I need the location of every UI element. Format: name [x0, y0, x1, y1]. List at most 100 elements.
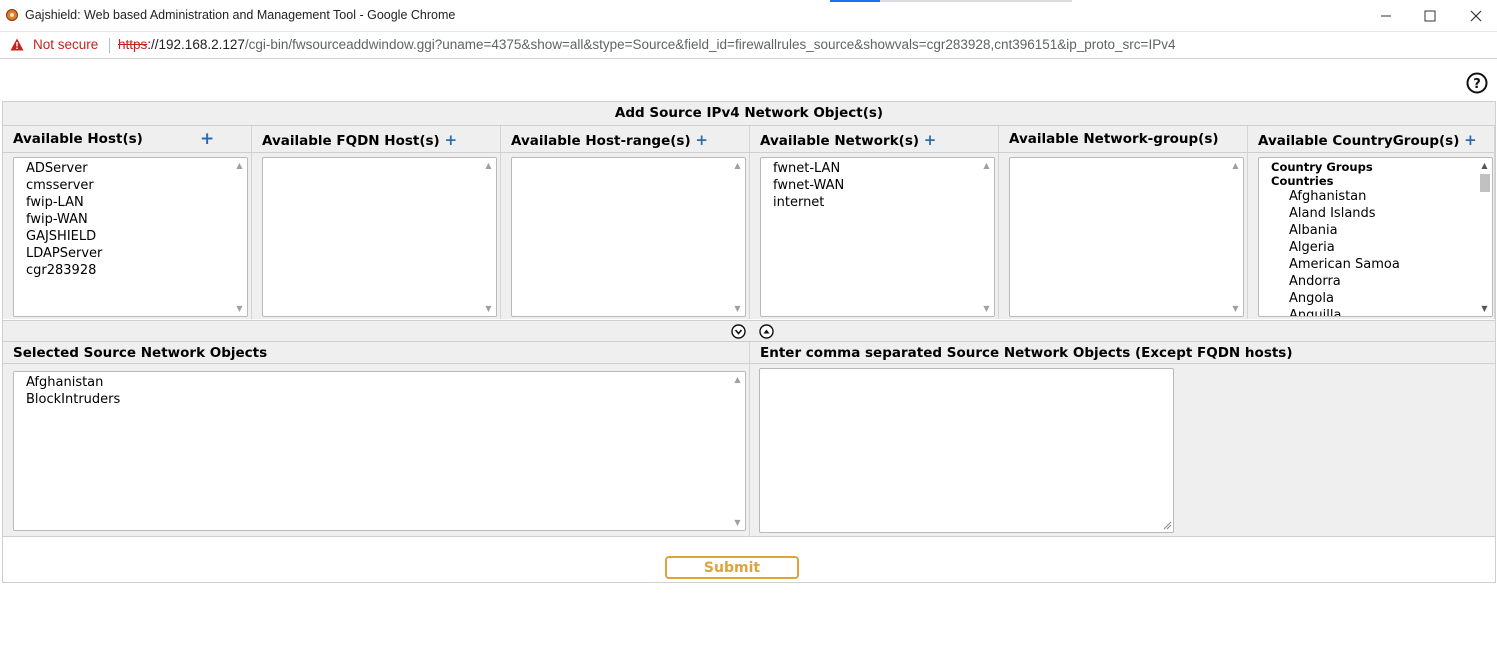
- manual-objects-heading: Enter comma separated Source Network Obj…: [760, 345, 1293, 361]
- svg-text:?: ?: [1473, 77, 1481, 92]
- column-header: Available Host(s) +: [3, 126, 251, 153]
- scrollbar[interactable]: ▲ ▼: [481, 158, 496, 316]
- list-item[interactable]: cmsserver: [26, 177, 247, 194]
- address-bar[interactable]: Not secure https://192.168.2.127/cgi-bin…: [0, 32, 1497, 59]
- list-item[interactable]: Albania: [1271, 222, 1492, 239]
- close-icon: [1470, 10, 1482, 22]
- column-header: Available Host-range(s) +: [501, 126, 749, 153]
- column-available-host-ranges: Available Host-range(s) + ▲ ▼: [501, 126, 750, 319]
- available-host-ranges-list[interactable]: ▲ ▼: [511, 157, 746, 317]
- add-network-button[interactable]: +: [924, 131, 937, 149]
- list-item[interactable]: Afghanistan: [1271, 188, 1492, 205]
- scroll-up-icon[interactable]: ▲: [484, 161, 493, 170]
- scroll-up-icon[interactable]: ▲: [733, 375, 742, 384]
- move-down-button[interactable]: [731, 324, 746, 339]
- scroll-up-icon[interactable]: ▲: [1480, 161, 1489, 170]
- column-header: Available CountryGroup(s) +: [1248, 126, 1494, 153]
- list-item[interactable]: fwnet-WAN: [773, 177, 994, 194]
- warning-icon: [10, 38, 24, 51]
- divider: [749, 364, 750, 537]
- available-hosts-list[interactable]: ADServer cmsserver fwip-LAN fwip-WAN GAJ…: [13, 157, 248, 317]
- column-label: Available CountryGroup(s): [1258, 133, 1460, 149]
- address-separator: [109, 38, 110, 53]
- add-host-button[interactable]: +: [200, 129, 214, 149]
- list-item[interactable]: cgr283928: [26, 262, 247, 279]
- scrollbar[interactable]: ▲ ▼: [1477, 158, 1492, 316]
- available-networks-list[interactable]: fwnet-LAN fwnet-WAN internet ▲ ▼: [760, 157, 995, 317]
- list-item[interactable]: fwnet-LAN: [773, 160, 994, 177]
- scrollbar[interactable]: ▲ ▼: [979, 158, 994, 316]
- selected-objects-list[interactable]: Afghanistan BlockIntruders ▲ ▼: [13, 371, 746, 531]
- add-country-group-button[interactable]: +: [1464, 131, 1477, 149]
- window-title: Gajshield: Web based Administration and …: [25, 8, 456, 22]
- selected-objects-heading: Selected Source Network Objects: [13, 345, 268, 361]
- minimize-button[interactable]: [1371, 4, 1401, 28]
- available-network-groups-list[interactable]: ▲ ▼: [1009, 157, 1244, 317]
- optgroup-label: Country Groups: [1271, 160, 1373, 174]
- list-item[interactable]: BlockIntruders: [26, 391, 745, 408]
- submit-button[interactable]: Submit: [665, 556, 799, 579]
- scrollbar[interactable]: ▲ ▼: [1228, 158, 1243, 316]
- url-host: ://192.168.2.127: [147, 37, 245, 52]
- list-item[interactable]: internet: [773, 194, 994, 211]
- scroll-up-icon[interactable]: ▲: [982, 161, 991, 170]
- add-host-range-button[interactable]: +: [695, 131, 708, 149]
- list-item[interactable]: Angola: [1271, 290, 1492, 307]
- url-path: /cgi-bin/fwsourceaddwindow.ggi?uname=437…: [244, 37, 1176, 52]
- list-item[interactable]: Aland Islands: [1271, 205, 1492, 222]
- column-available-fqdn-hosts: Available FQDN Host(s) + ▲ ▼: [252, 126, 501, 319]
- maximize-icon: [1424, 10, 1436, 22]
- panel-title: Add Source IPv4 Network Object(s): [3, 102, 1495, 126]
- scroll-down-icon[interactable]: ▼: [1231, 304, 1240, 313]
- column-header: Available Network(s) +: [750, 126, 998, 153]
- add-fqdn-host-button[interactable]: +: [444, 131, 457, 149]
- scroll-thumb[interactable]: [1480, 174, 1490, 192]
- column-label: Available Network-group(s): [1009, 131, 1219, 147]
- scroll-down-icon[interactable]: ▼: [1480, 304, 1489, 313]
- optgroup-label: Countries: [1271, 174, 1334, 188]
- scrollbar[interactable]: ▲ ▼: [730, 158, 745, 316]
- available-country-groups-list[interactable]: Country Groups Countries Afghanistan Ala…: [1258, 157, 1493, 317]
- available-fqdn-hosts-list[interactable]: ▲ ▼: [262, 157, 497, 317]
- list-item[interactable]: ADServer: [26, 160, 247, 177]
- list-item[interactable]: Algeria: [1271, 239, 1492, 256]
- list-item[interactable]: Andorra: [1271, 273, 1492, 290]
- selected-area: Afghanistan BlockIntruders ▲ ▼: [3, 364, 1495, 537]
- url-text[interactable]: https://192.168.2.127/cgi-bin/fwsourcead…: [118, 37, 1175, 52]
- scroll-down-icon[interactable]: ▼: [484, 304, 493, 313]
- scroll-up-icon[interactable]: ▲: [1231, 161, 1240, 170]
- move-buttons-row: [3, 320, 1495, 342]
- list-item[interactable]: Anguilla: [1271, 307, 1492, 316]
- column-available-networks: Available Network(s) + fwnet-LAN fwnet-W…: [750, 126, 999, 319]
- column-available-country-groups: Available CountryGroup(s) + Country Grou…: [1248, 126, 1495, 319]
- column-label: Available Host-range(s): [511, 133, 691, 149]
- list-item[interactable]: fwip-LAN: [26, 194, 247, 211]
- not-secure-label[interactable]: Not secure: [33, 37, 98, 52]
- list-item[interactable]: fwip-WAN: [26, 211, 247, 228]
- tab-accent-line: [830, 0, 880, 2]
- help-icon[interactable]: ?: [1466, 72, 1488, 94]
- browser-titlebar: Gajshield: Web based Administration and …: [0, 0, 1497, 32]
- scrollbar[interactable]: ▲ ▼: [232, 158, 247, 316]
- scroll-down-icon[interactable]: ▼: [733, 304, 742, 313]
- manual-objects-textarea[interactable]: [759, 368, 1174, 533]
- maximize-button[interactable]: [1415, 4, 1445, 28]
- list-item[interactable]: American Samoa: [1271, 256, 1492, 273]
- scroll-up-icon[interactable]: ▲: [235, 161, 244, 170]
- scroll-down-icon[interactable]: ▼: [235, 304, 244, 313]
- list-item[interactable]: GAJSHIELD: [26, 228, 247, 245]
- scrollbar[interactable]: ▲ ▼: [730, 372, 745, 530]
- resize-grip-icon[interactable]: [1163, 521, 1172, 530]
- divider: [749, 342, 750, 364]
- list-item[interactable]: Afghanistan: [26, 374, 745, 391]
- list-item[interactable]: LDAPServer: [26, 245, 247, 262]
- scroll-down-icon[interactable]: ▼: [733, 518, 742, 527]
- column-header: Available Network-group(s): [999, 126, 1247, 153]
- add-source-panel: Add Source IPv4 Network Object(s) Availa…: [2, 101, 1496, 583]
- column-header: Available FQDN Host(s) +: [252, 126, 500, 153]
- scroll-up-icon[interactable]: ▲: [733, 161, 742, 170]
- move-up-button[interactable]: [759, 324, 774, 339]
- column-label: Available FQDN Host(s): [262, 133, 440, 149]
- scroll-down-icon[interactable]: ▼: [982, 304, 991, 313]
- close-window-button[interactable]: [1461, 4, 1491, 28]
